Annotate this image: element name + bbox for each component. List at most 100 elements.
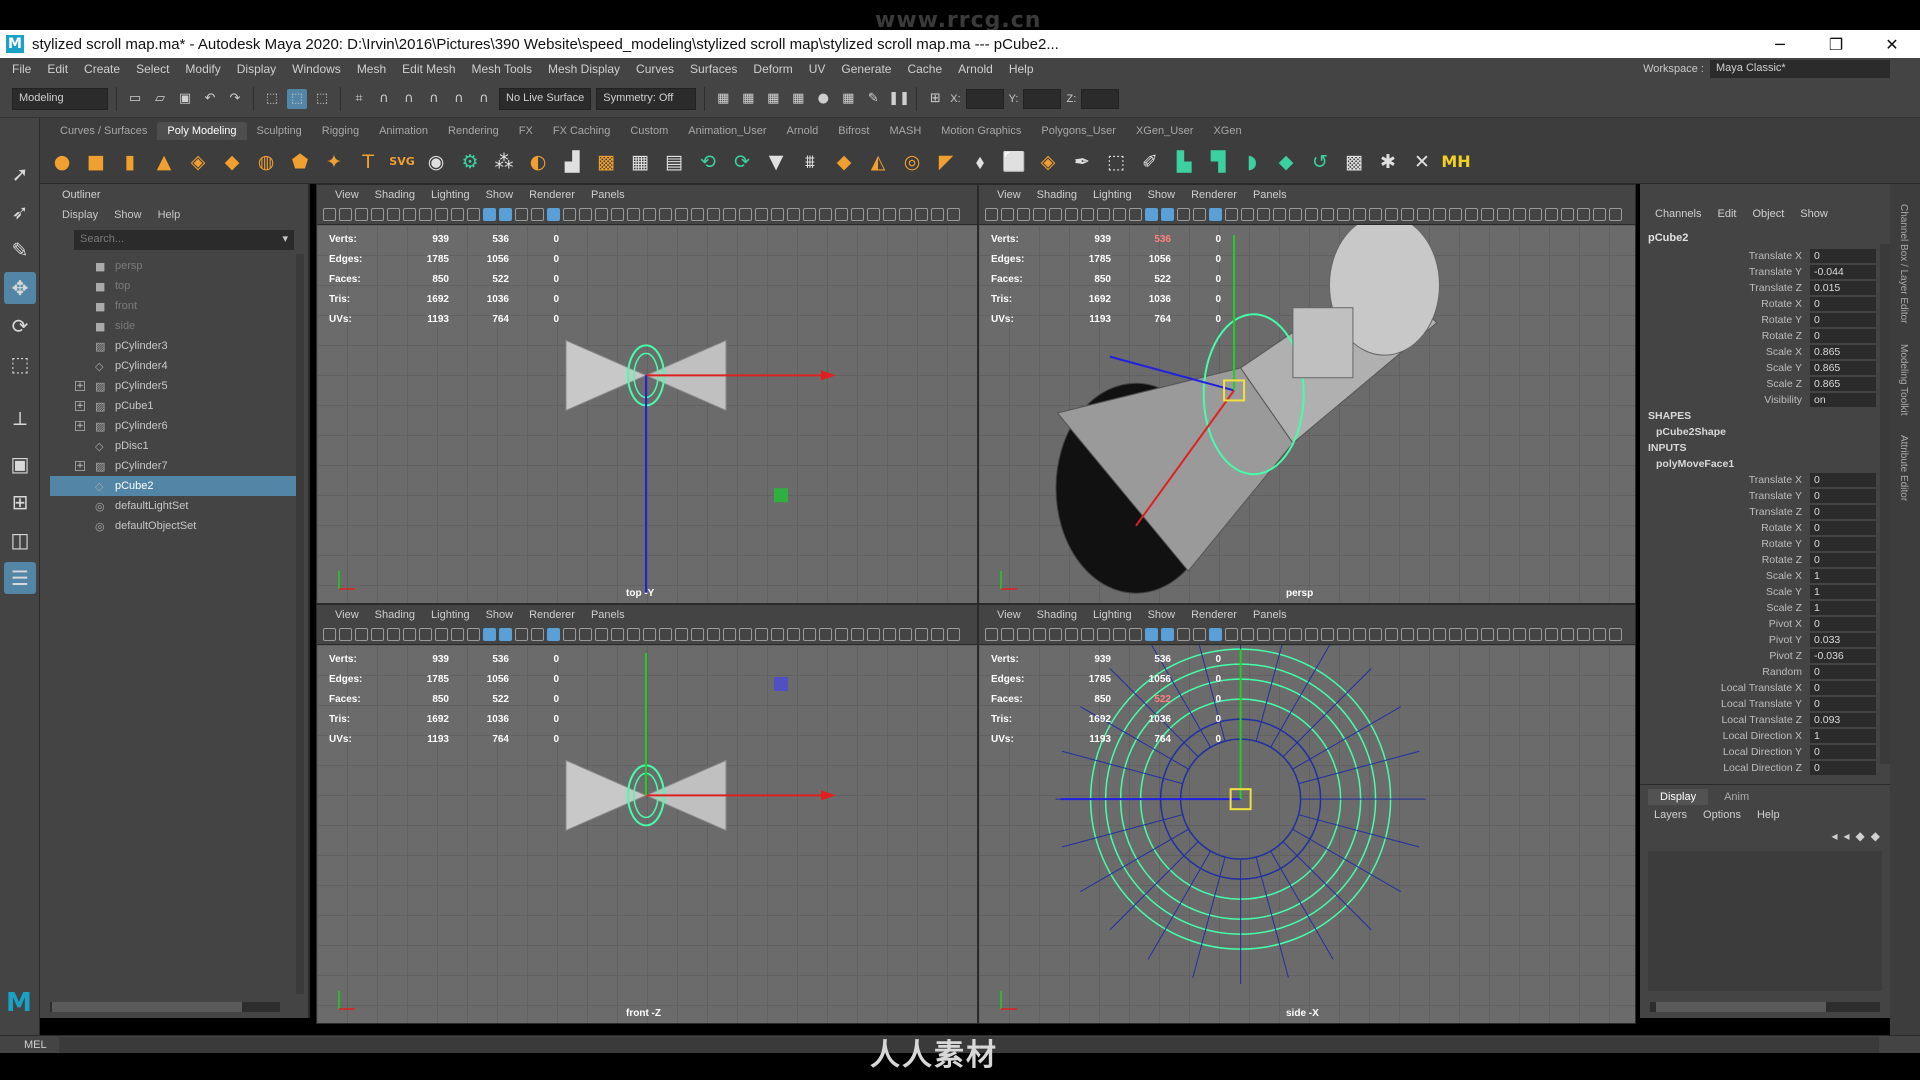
viewport-toolbar-icon[interactable] — [419, 628, 432, 641]
select-component-icon[interactable]: ⬚ — [312, 89, 332, 109]
render-frame-icon[interactable]: ▦ — [713, 89, 733, 109]
layer-menu-options[interactable]: Options — [1697, 809, 1747, 821]
outliner-item[interactable]: ◎ defaultLightSet — [50, 496, 308, 516]
viewport-toolbar-icon[interactable] — [1449, 628, 1462, 641]
viewport-menu-shading[interactable]: Shading — [1029, 609, 1085, 621]
poly-cylinder-icon[interactable]: ▮ — [116, 148, 144, 176]
cb-menu-object[interactable]: Object — [1745, 208, 1791, 220]
viewport-toolbar-icon[interactable] — [1273, 628, 1286, 641]
shelf-tab-xgen[interactable]: XGen — [1203, 122, 1251, 140]
menu-generate[interactable]: Generate — [833, 62, 899, 76]
viewport-toolbar-icon[interactable] — [1161, 628, 1174, 641]
channel-label[interactable]: Local Direction Y — [1640, 746, 1810, 758]
viewport-menu-lighting[interactable]: Lighting — [1085, 189, 1140, 201]
planar-map-icon[interactable]: ✐ — [1136, 148, 1164, 176]
viewport-side[interactable]: View Shading Lighting Show Renderer Panels Ver… — [978, 604, 1636, 1024]
viewport-toolbar-icon[interactable] — [851, 208, 864, 221]
new-layer-icon[interactable]: ◆ — [1856, 829, 1865, 843]
channel-value[interactable]: 0.865 — [1810, 345, 1876, 359]
shelf-tab-poly-modeling[interactable]: Poly Modeling — [157, 122, 247, 140]
viewport-toolbar-icon[interactable] — [1097, 208, 1110, 221]
layer-menu-help[interactable]: Help — [1751, 809, 1786, 821]
viewport-toolbar-icon[interactable] — [1145, 208, 1158, 221]
render-setup-icon[interactable]: ▦ — [838, 89, 858, 109]
viewport-menu-shading[interactable]: Shading — [367, 189, 423, 201]
viewport-toolbar-icon[interactable] — [1049, 628, 1062, 641]
viewport-toolbar-icon[interactable] — [435, 628, 448, 641]
channel-label[interactable]: Pivot X — [1640, 618, 1810, 630]
channel-label[interactable]: Translate X — [1640, 250, 1810, 262]
channel-row[interactable]: Local Translate Z 0.093 — [1640, 712, 1890, 728]
viewport-toolbar-icon[interactable] — [1337, 208, 1350, 221]
viewport-toolbar-icon[interactable] — [707, 208, 720, 221]
shelf-tab-fx-caching[interactable]: FX Caching — [543, 122, 620, 140]
channel-row[interactable]: Translate Y0 — [1640, 488, 1890, 504]
outliner-vertical-scrollbar[interactable] — [296, 254, 304, 994]
viewport-toolbar-icon[interactable] — [915, 628, 928, 641]
viewport-toolbar-icon[interactable] — [531, 208, 544, 221]
channel-label[interactable]: Pivot Z — [1640, 650, 1810, 662]
menu-edit-mesh[interactable]: Edit Mesh — [394, 62, 463, 76]
viewport-toolbar-icon[interactable] — [1097, 628, 1110, 641]
viewport-toolbar-icon[interactable] — [355, 208, 368, 221]
outliner-layout-icon[interactable]: ☰ — [4, 562, 36, 594]
channel-value[interactable]: 0 — [1810, 505, 1876, 519]
viewport-toolbar-icon[interactable] — [1145, 628, 1158, 641]
outliner-item[interactable]: + ▨ pCube1 — [50, 396, 308, 416]
viewport-toolbar-icon[interactable] — [835, 208, 848, 221]
viewport-toolbar-icon[interactable] — [1353, 628, 1366, 641]
viewport-toolbar-icon[interactable] — [691, 208, 704, 221]
channel-row[interactable]: Rotate X0 — [1640, 520, 1890, 536]
viewport-toolbar-icon[interactable] — [787, 208, 800, 221]
viewport-toolbar-icon[interactable] — [579, 628, 592, 641]
viewport-toolbar-icon[interactable] — [1129, 628, 1142, 641]
expand-icon[interactable]: + — [75, 461, 85, 471]
freeze-transform-icon[interactable]: ▩ — [1340, 148, 1368, 176]
menu-display[interactable]: Display — [229, 62, 284, 76]
channel-row[interactable]: Visibility on — [1640, 392, 1890, 408]
menu-set-dropdown[interactable]: Modeling — [12, 87, 108, 110]
scale-tool-icon[interactable]: ⬚ — [4, 348, 36, 380]
viewport-toolbar-icon[interactable] — [1177, 628, 1190, 641]
viewport-toolbar-icon[interactable] — [739, 208, 752, 221]
viewport-toolbar-icon[interactable] — [755, 628, 768, 641]
snap-grid-icon[interactable]: ⌗ — [349, 89, 369, 109]
viewport-menu-renderer[interactable]: Renderer — [1183, 609, 1245, 621]
viewport-toolbar-icon[interactable] — [1241, 208, 1254, 221]
channel-value[interactable]: 0 — [1810, 761, 1876, 775]
viewport-toolbar-icon[interactable] — [643, 628, 656, 641]
viewport-toolbar-icon[interactable] — [563, 628, 576, 641]
side-tab-channel-box[interactable]: Channel Box / Layer Editor — [1898, 204, 1909, 324]
outliner-item[interactable]: + ▨ pCylinder5 — [50, 376, 308, 396]
viewport-canvas[interactable]: Verts: 939 536 0 Edges: 1785 1056 0 Faces: 850 522… — [317, 645, 977, 1023]
expand-icon[interactable]: + — [75, 401, 85, 411]
channel-row[interactable]: Pivot X0 — [1640, 616, 1890, 632]
channel-value[interactable]: on — [1810, 393, 1876, 407]
viewport-menu-lighting[interactable]: Lighting — [423, 189, 478, 201]
channel-row[interactable]: Local Direction Z0 — [1640, 760, 1890, 776]
viewport-front[interactable]: View Shading Lighting Show Renderer Panels Ver… — [316, 604, 978, 1024]
move-layer-up-icon[interactable]: ◂ — [1831, 829, 1837, 843]
symmetrize-icon[interactable]: ◆ — [1272, 148, 1300, 176]
poly-cone-icon[interactable]: ▲ — [150, 148, 178, 176]
viewport-toolbar-icon[interactable] — [1161, 208, 1174, 221]
menu-deform[interactable]: Deform — [745, 62, 800, 76]
remesh-icon[interactable]: ◗ — [1238, 148, 1266, 176]
shelf-tab-sculpting[interactable]: Sculpting — [247, 122, 312, 140]
channel-box-object-name[interactable]: pCube2 — [1640, 220, 1890, 248]
cb-menu-channels[interactable]: Channels — [1648, 208, 1708, 220]
snap-point-icon[interactable]: ∩ — [399, 89, 419, 109]
side-tab-modeling-toolkit[interactable]: Modeling Toolkit — [1898, 344, 1909, 416]
center-pivot-icon[interactable]: ✱ — [1374, 148, 1402, 176]
new-layer-selected-icon[interactable]: ◆ — [1871, 829, 1880, 843]
viewport-toolbar-icon[interactable] — [1225, 208, 1238, 221]
menu-edit[interactable]: Edit — [39, 62, 76, 76]
viewport-toolbar-icon[interactable] — [1017, 208, 1030, 221]
channel-value[interactable]: 0 — [1810, 697, 1876, 711]
channel-value[interactable]: 0 — [1810, 329, 1876, 343]
symmetry-dropdown[interactable]: Symmetry: Off — [596, 87, 697, 110]
channel-value[interactable]: 0 — [1810, 681, 1876, 695]
channel-row[interactable]: Translate X0 — [1640, 472, 1890, 488]
menu-mesh[interactable]: Mesh — [349, 62, 394, 76]
viewport-toolbar-icon[interactable] — [1193, 628, 1206, 641]
